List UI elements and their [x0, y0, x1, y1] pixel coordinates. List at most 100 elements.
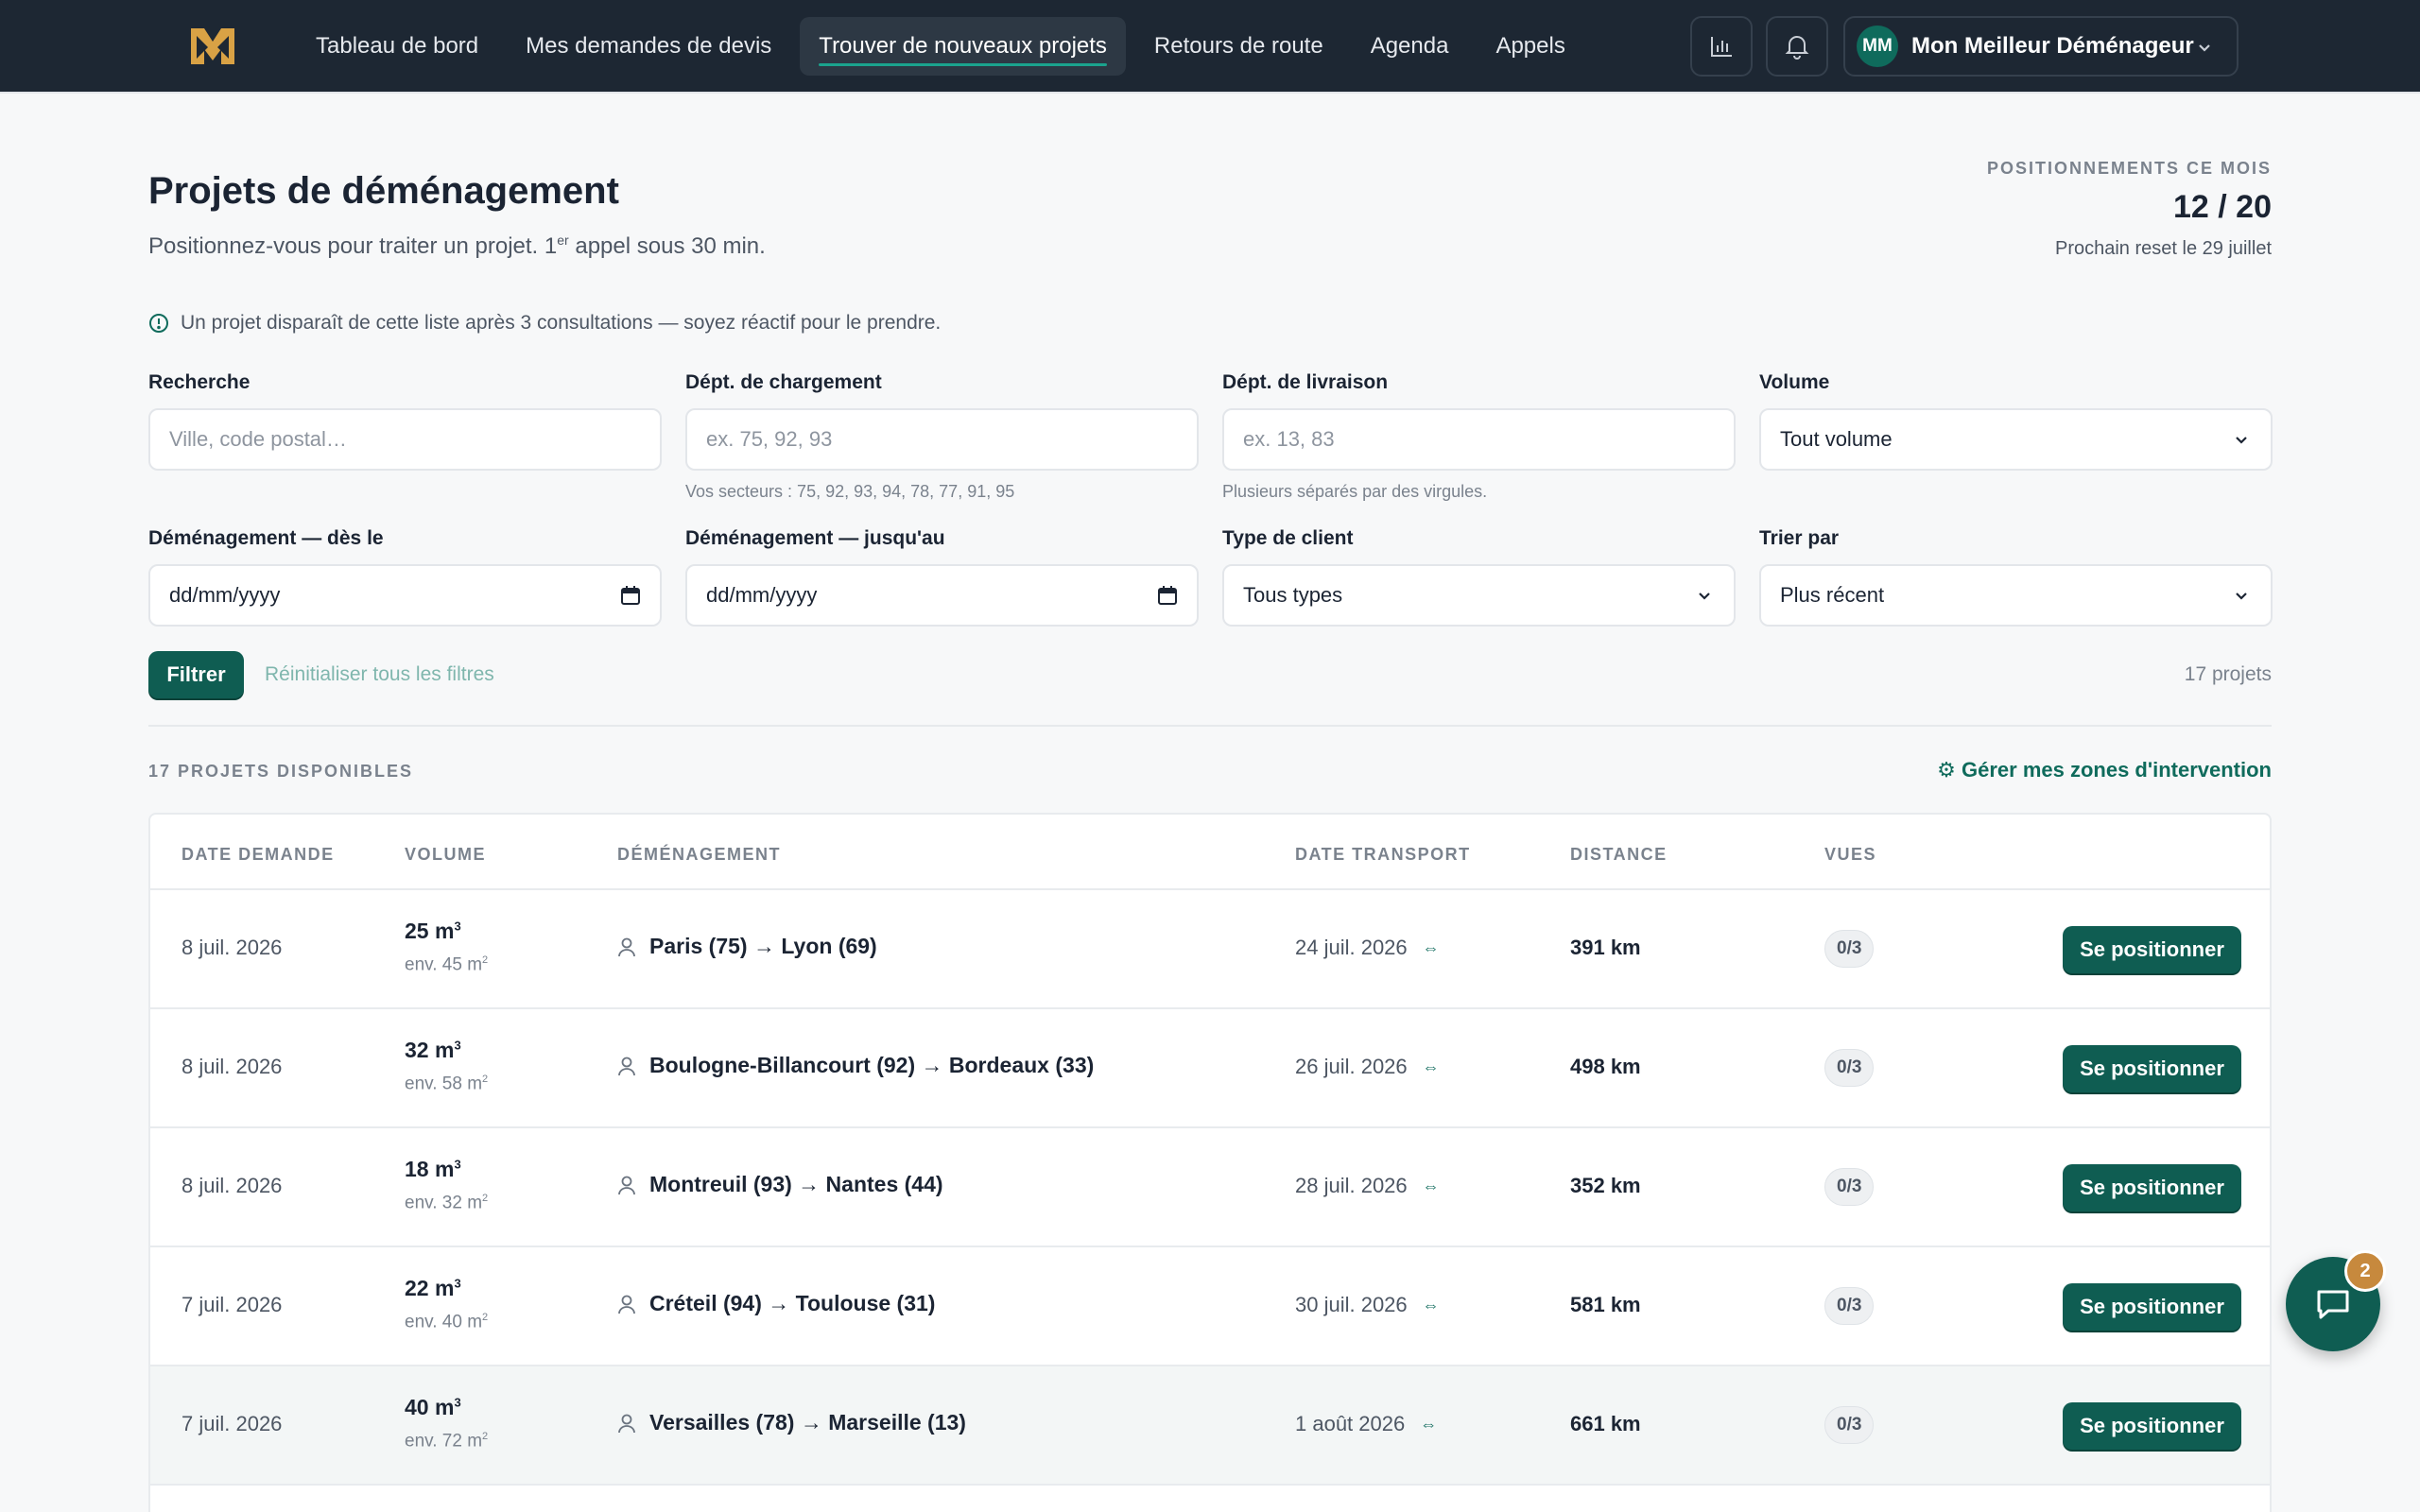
from-date-label: Déménagement — dès le	[148, 527, 384, 549]
table-header: DATE DEMANDE VOLUME DÉMÉNAGEMENT DATE TR…	[150, 815, 2270, 890]
notifications-button[interactable]	[1766, 16, 1828, 77]
user-icon	[618, 937, 635, 956]
col-transport-date[interactable]: DATE TRANSPORT	[1295, 845, 1471, 865]
brand-logo[interactable]	[187, 21, 238, 72]
sort-select[interactable]: Plus récent	[1759, 564, 2273, 627]
flexible-date-icon: ⇔	[1422, 937, 1440, 957]
divider	[148, 725, 2272, 727]
volume: 32 m3	[405, 1038, 461, 1062]
quota-reset: Prochain reset le 29 juillet	[2054, 238, 2272, 259]
transport-date: 28 juil. 2026 ⇔	[1295, 1174, 1440, 1197]
delivery-dept-hint: Plusieurs séparés par des virgules.	[1222, 482, 1488, 501]
section-title: 17 PROJETS DISPONIBLES	[148, 762, 414, 781]
calendar-icon[interactable]	[620, 585, 641, 606]
views-badge: 0/3	[1824, 1406, 1875, 1444]
top-navbar: Tableau de bord Mes demandes de devis Tr…	[0, 0, 2420, 94]
nav-return-trips[interactable]: Retours de route	[1135, 17, 1342, 76]
route: Versailles (78) → Marseille (13)	[617, 1410, 966, 1435]
quota-label: POSITIONNEMENTS CE MOIS	[1986, 159, 2272, 178]
table-row[interactable]: 8 juil. 2026 32 m3 env. 58 m2 Boulogne-B…	[150, 1009, 2270, 1128]
volume-label: Volume	[1759, 371, 1830, 393]
views-badge: 0/3	[1824, 930, 1875, 968]
from-date-input[interactable]: dd/mm/yyyy	[148, 564, 662, 627]
sort-label: Trier par	[1759, 527, 1840, 549]
col-views[interactable]: VUES	[1824, 845, 1876, 865]
table-row[interactable]: 8 juil. 2026 25 m3 env. 45 m2 Paris (75)…	[150, 890, 2270, 1009]
route: Montreuil (93) → Nantes (44)	[617, 1172, 943, 1197]
volume: 18 m3	[405, 1157, 461, 1181]
distance: 661 km	[1570, 1412, 1641, 1435]
table-row[interactable]: 7 juil. 2026 22 m3 env. 40 m2 Créteil (9…	[150, 1247, 2270, 1366]
user-menu[interactable]: MM Mon Meilleur Déménageur	[1843, 16, 2238, 77]
transport-date: 24 juil. 2026 ⇔	[1295, 936, 1440, 959]
client-type-select[interactable]: Tous types	[1222, 564, 1736, 627]
info-notice: Un projet disparaît de cette liste après…	[148, 312, 941, 335]
position-button[interactable]: Se positionner	[2063, 1402, 2241, 1450]
request-date: 8 juil. 2026	[182, 1174, 283, 1197]
position-button[interactable]: Se positionner	[2063, 1045, 2241, 1092]
chevron-down-icon	[2236, 437, 2247, 444]
views-badge: 0/3	[1824, 1168, 1875, 1206]
col-move[interactable]: DÉMÉNAGEMENT	[617, 845, 781, 865]
chevron-down-icon	[1699, 593, 1710, 600]
volume: 25 m3	[405, 919, 461, 943]
surface-area: env. 40 m2	[405, 1312, 489, 1332]
quota-value: 12 / 20	[2173, 189, 2272, 225]
col-distance[interactable]: DISTANCE	[1570, 845, 1668, 865]
request-date: 8 juil. 2026	[182, 936, 283, 959]
load-dept-input[interactable]: ex. 75, 92, 93	[685, 408, 1199, 471]
flexible-date-icon: ⇔	[1422, 1057, 1440, 1076]
col-request-date[interactable]: DATE DEMANDE	[182, 845, 335, 865]
flexible-date-icon: ⇔	[1420, 1414, 1438, 1434]
route: Boulogne-Billancourt (92) → Bordeaux (33…	[617, 1053, 1094, 1078]
volume: 22 m3	[405, 1276, 461, 1300]
user-icon	[618, 1176, 635, 1194]
transport-date: 1 août 2026 ⇔	[1295, 1412, 1438, 1435]
client-type-label: Type de client	[1222, 527, 1354, 549]
nav-calls[interactable]: Appels	[1477, 17, 1583, 76]
flexible-date-icon: ⇔	[1422, 1176, 1440, 1195]
user-name: Mon Meilleur Déménageur	[1911, 33, 2194, 59]
transport-date: 30 juil. 2026 ⇔	[1295, 1293, 1440, 1316]
request-date: 7 juil. 2026	[182, 1412, 283, 1435]
calendar-icon[interactable]	[1157, 585, 1178, 606]
volume-select[interactable]: Tout volume	[1759, 408, 2273, 471]
nav-quote-requests[interactable]: Mes demandes de devis	[507, 17, 790, 76]
projects-table: DATE DEMANDE VOLUME DÉMÉNAGEMENT DATE TR…	[148, 813, 2272, 1512]
nav-agenda[interactable]: Agenda	[1352, 17, 1468, 76]
bell-icon	[1785, 36, 1809, 60]
results-count: 17 projets	[2184, 663, 2272, 685]
load-dept-label: Dépt. de chargement	[685, 371, 882, 393]
surface-area: env. 45 m2	[405, 954, 489, 975]
manage-zones-link[interactable]: ⚙ Gérer mes zones d'intervention	[1937, 758, 2272, 782]
nav-dashboard[interactable]: Tableau de bord	[297, 17, 497, 76]
request-date: 7 juil. 2026	[182, 1293, 283, 1316]
position-button[interactable]: Se positionner	[2063, 926, 2241, 973]
user-icon	[618, 1295, 635, 1314]
position-button[interactable]: Se positionner	[2063, 1164, 2241, 1211]
surface-area: env. 58 m2	[405, 1074, 489, 1094]
search-label: Recherche	[148, 371, 251, 393]
to-date-input[interactable]: dd/mm/yyyy	[685, 564, 1199, 627]
stats-button[interactable]	[1690, 16, 1753, 77]
table-row[interactable]: 7 juil. 2026 40 m3 env. 72 m2 Versailles…	[150, 1366, 2270, 1486]
table-row[interactable]: 8 juil. 2026 18 m3 env. 32 m2 Montreuil …	[150, 1128, 2270, 1247]
search-input[interactable]: Ville, code postal…	[148, 408, 662, 471]
request-date: 8 juil. 2026	[182, 1055, 283, 1078]
volume: 40 m3	[405, 1395, 461, 1419]
transport-date: 26 juil. 2026 ⇔	[1295, 1055, 1440, 1078]
reset-filters-link[interactable]: Réinitialiser tous les filtres	[265, 663, 494, 686]
nav-find-projects[interactable]: Trouver de nouveaux projets	[800, 17, 1126, 76]
page-subtitle: Positionnez-vous pour traiter un projet.…	[148, 232, 766, 259]
filter-button[interactable]: Filtrer	[148, 651, 244, 698]
load-dept-hint: Vos secteurs : 75, 92, 93, 94, 78, 77, 9…	[685, 482, 1015, 501]
surface-area: env. 72 m2	[405, 1431, 489, 1452]
delivery-dept-input[interactable]: ex. 13, 83	[1222, 408, 1736, 471]
flexible-date-icon: ⇔	[1422, 1295, 1440, 1314]
position-button[interactable]: Se positionner	[2063, 1283, 2241, 1331]
distance: 391 km	[1570, 936, 1641, 959]
views-badge: 0/3	[1824, 1287, 1875, 1325]
distance: 352 km	[1570, 1174, 1641, 1197]
bar-chart-icon	[1711, 37, 1732, 57]
col-volume[interactable]: VOLUME	[405, 845, 486, 865]
